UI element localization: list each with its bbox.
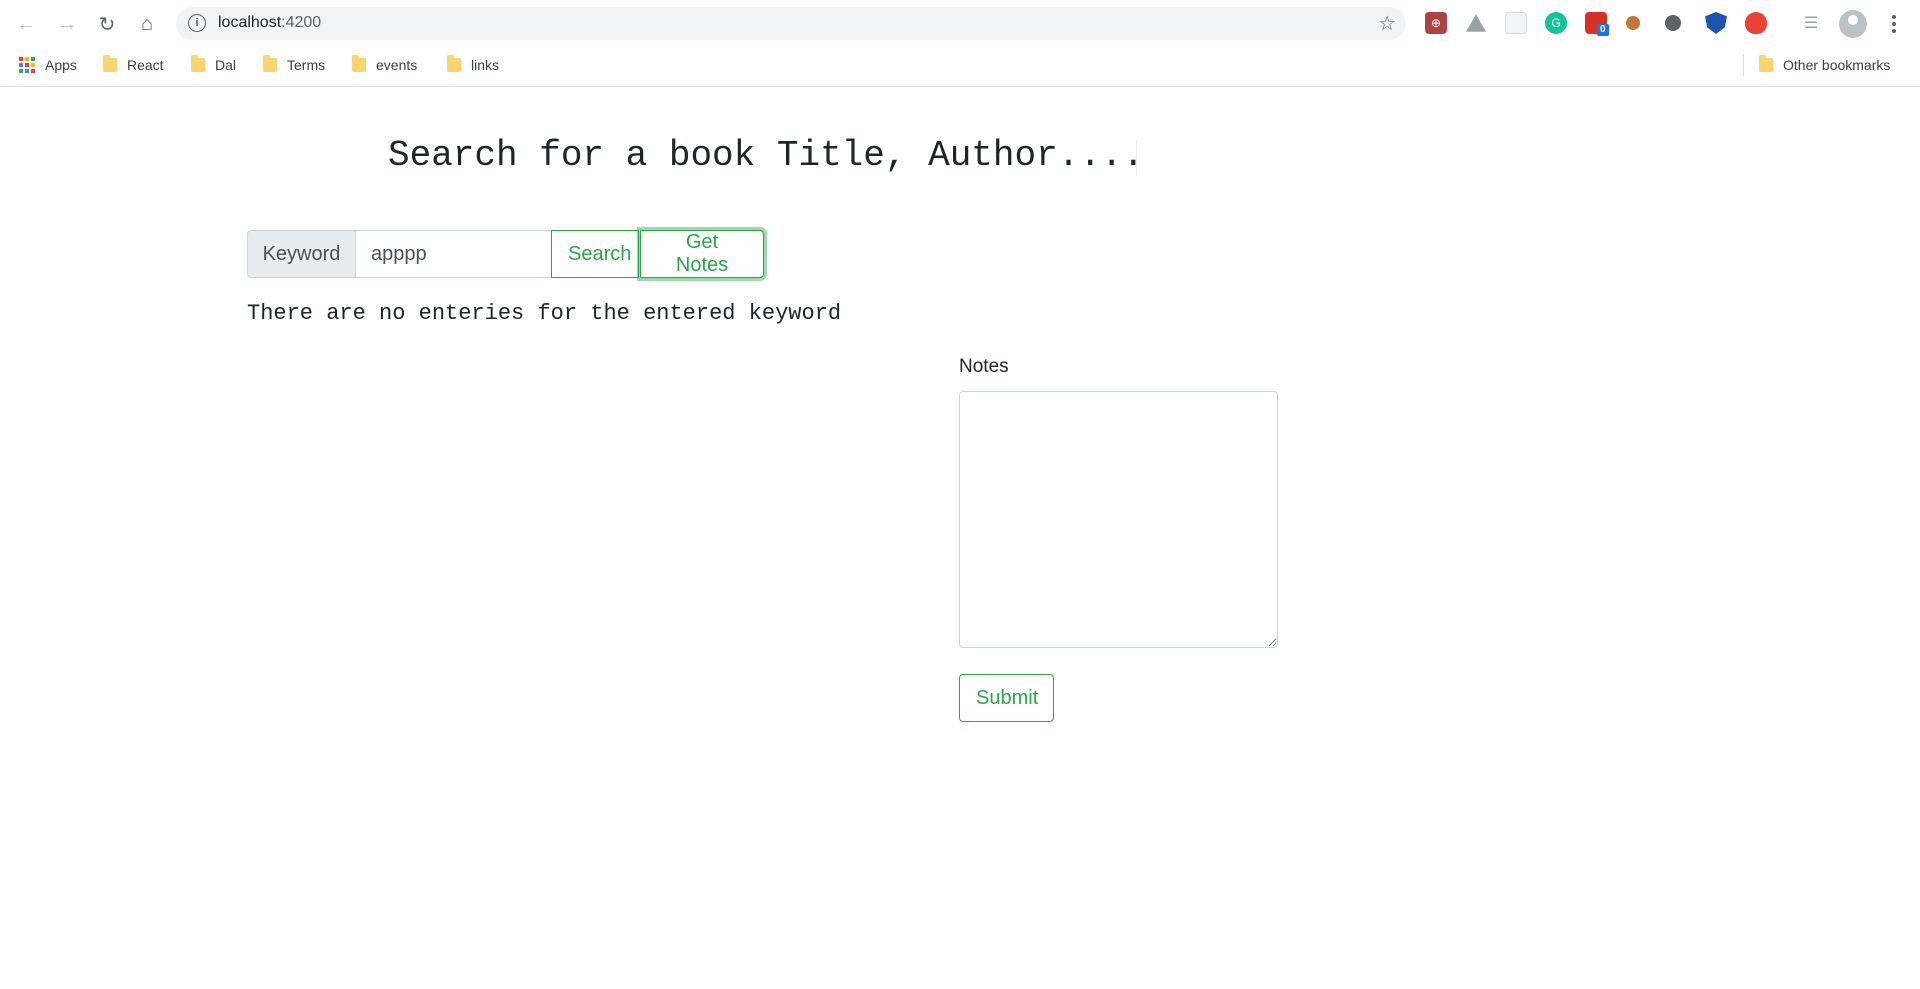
- browser-menu-icon[interactable]: [1886, 10, 1902, 38]
- keyword-label: Keyword: [247, 230, 356, 278]
- bookmark-label: Other bookmarks: [1783, 57, 1891, 73]
- bookmark-other[interactable]: Other bookmarks: [1759, 54, 1890, 76]
- circle-extension-icon[interactable]: [1665, 15, 1681, 31]
- folder-icon: [103, 55, 117, 72]
- page-title: Search for a book Title, Author....: [388, 135, 1145, 176]
- bookmarks-bar: Apps React Dal Terms events links Other …: [0, 48, 1920, 80]
- bookmarks-divider: [1743, 54, 1744, 76]
- bookmark-dal[interactable]: Dal: [191, 54, 236, 76]
- bookmark-label: Apps: [45, 57, 77, 73]
- search-button[interactable]: Search: [551, 230, 639, 278]
- bookmark-label: events: [376, 57, 418, 73]
- blank-extension-icon[interactable]: [1505, 12, 1527, 34]
- folder-icon: [447, 55, 461, 72]
- get-notes-button[interactable]: Get Notes: [640, 230, 764, 278]
- grammarly-extension-icon[interactable]: G: [1545, 12, 1567, 34]
- notes-label: Notes: [959, 356, 1009, 377]
- browser-chrome: ← → ↻ ⌂ i localhost:4200 ☆ ⊕ G 0 ☰ Apps …: [0, 0, 1920, 87]
- notes-textarea[interactable]: [959, 391, 1278, 648]
- bookmark-label: links: [471, 57, 500, 73]
- cookie-extension-icon[interactable]: [1626, 16, 1640, 30]
- back-icon[interactable]: ←: [12, 10, 40, 38]
- reload-icon[interactable]: ↻: [93, 10, 121, 38]
- bookmark-label: React: [127, 57, 164, 73]
- folder-icon: [1759, 55, 1773, 72]
- search-input-group: Keyword Search Get Notes: [247, 230, 764, 278]
- media-queue-icon[interactable]: ☰: [1800, 12, 1822, 34]
- browser-toolbar: ← → ↻ ⌂ i localhost:4200 ☆ ⊕ G 0 ☰: [0, 0, 1920, 47]
- keyword-input[interactable]: [356, 230, 552, 278]
- apps-grid-icon: [19, 57, 35, 73]
- title-divider: [1136, 140, 1137, 176]
- folder-icon: [191, 55, 205, 72]
- folder-icon: [352, 55, 366, 72]
- bookmark-events[interactable]: events: [352, 54, 417, 76]
- url-text[interactable]: localhost:4200: [218, 14, 321, 32]
- submit-button[interactable]: Submit: [959, 674, 1054, 722]
- bookmark-label: Terms: [287, 57, 326, 73]
- bookmark-terms[interactable]: Terms: [263, 54, 325, 76]
- pdf-extension-icon[interactable]: ⊕: [1425, 12, 1447, 34]
- bookmark-apps[interactable]: Apps: [19, 54, 77, 76]
- bookmark-star-icon[interactable]: ☆: [1378, 11, 1396, 36]
- forward-icon[interactable]: →: [53, 10, 81, 38]
- bookmark-links[interactable]: links: [447, 54, 499, 76]
- home-icon[interactable]: ⌂: [133, 10, 161, 38]
- profile-avatar[interactable]: [1839, 10, 1867, 38]
- info-icon[interactable]: i: [188, 14, 206, 32]
- bookmark-react[interactable]: React: [103, 54, 164, 76]
- address-bar[interactable]: i localhost:4200 ☆: [176, 7, 1406, 40]
- folder-icon: [263, 55, 277, 72]
- shield-extension-icon[interactable]: [1705, 12, 1727, 34]
- bookmark-label: Dal: [215, 57, 237, 73]
- url-host: localhost: [218, 14, 282, 31]
- no-entries-message: There are no enteries for the entered ke…: [247, 301, 842, 326]
- url-port: :4200: [281, 14, 322, 31]
- fire-extension-icon[interactable]: [1745, 12, 1767, 34]
- extension-badge: 0: [1597, 24, 1609, 36]
- red-extension-icon[interactable]: 0: [1585, 12, 1609, 36]
- drive-extension-icon[interactable]: [1466, 14, 1486, 32]
